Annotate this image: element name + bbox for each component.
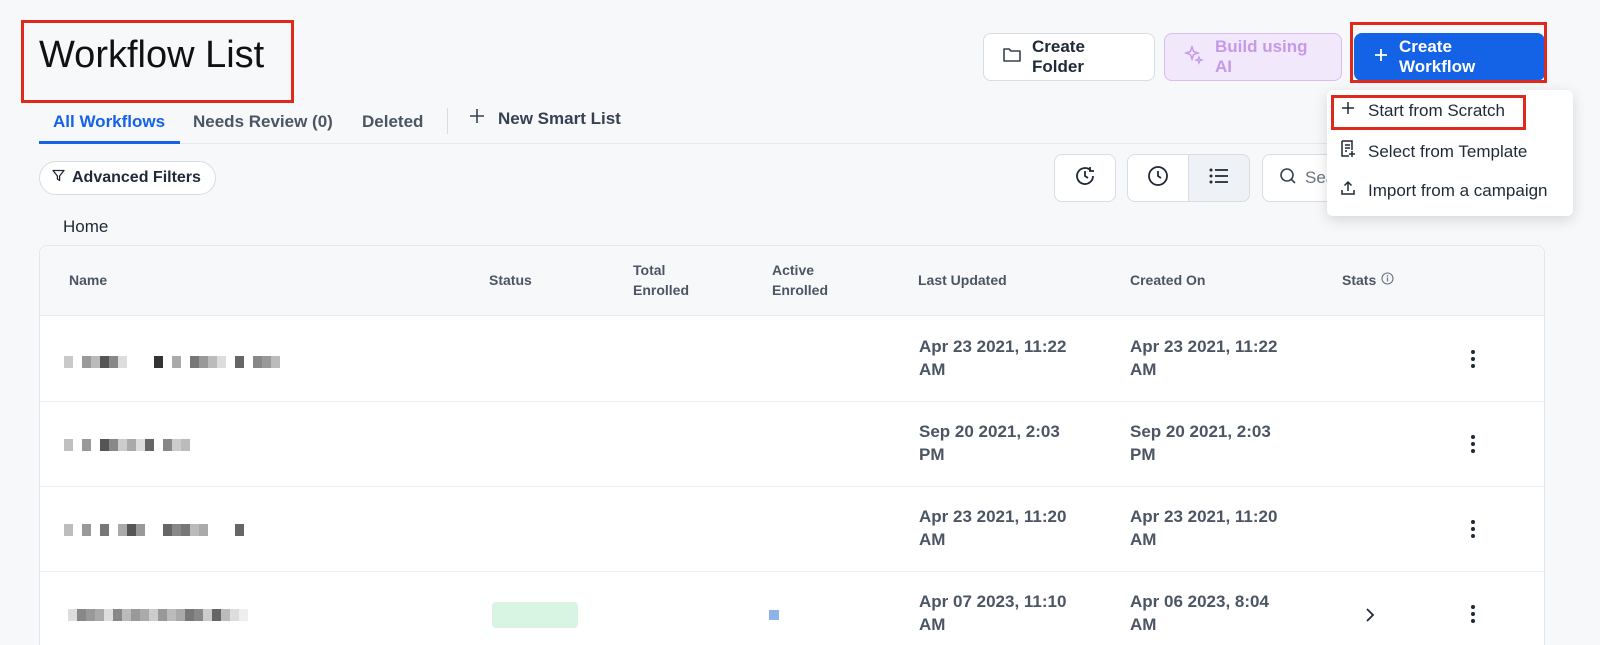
tab-all-workflows[interactable]: All Workflows xyxy=(53,112,165,132)
tab-needs-review[interactable]: Needs Review (0) xyxy=(193,112,333,132)
redacted-workflow-name xyxy=(64,439,190,451)
folder-icon xyxy=(1002,46,1022,69)
history-button[interactable] xyxy=(1054,154,1116,202)
table-row[interactable]: Apr 23 2021, 11:22 AM Apr 23 2021, 11:22… xyxy=(40,317,1544,402)
recent-view-button[interactable] xyxy=(1127,154,1189,202)
more-options-icon[interactable] xyxy=(1471,350,1475,368)
column-header-stats[interactable]: Stats xyxy=(1342,270,1394,290)
highlight-box-start-from-scratch xyxy=(1331,95,1526,130)
menu-item-label: Import from a campaign xyxy=(1368,180,1548,200)
last-updated-cell: Apr 23 2021, 11:22 AM xyxy=(919,337,1067,379)
last-updated-cell: Sep 20 2021, 2:03 PM xyxy=(919,422,1060,464)
advanced-filters-label: Advanced Filters xyxy=(72,169,201,186)
search-icon xyxy=(1279,167,1297,190)
new-smart-list-label: New Smart List xyxy=(498,108,621,128)
created-on-cell: Apr 23 2021, 11:22 AM xyxy=(1130,337,1278,379)
table-row[interactable]: Apr 07 2023, 11:10 AM Apr 06 2023, 8:04 … xyxy=(40,572,1544,645)
created-on-cell: Sep 20 2021, 2:03 PM xyxy=(1130,422,1271,464)
last-updated-cell: Apr 07 2023, 11:10 AM xyxy=(919,592,1067,634)
filter-icon xyxy=(52,169,65,187)
active-tab-indicator xyxy=(39,141,180,144)
workflow-tabs: All Workflows Needs Review (0) Deleted N… xyxy=(39,100,1549,144)
highlight-box-create-workflow xyxy=(1350,22,1547,83)
highlight-box-title xyxy=(21,20,294,103)
active-enrolled-indicator xyxy=(769,610,779,620)
redacted-workflow-name xyxy=(64,356,280,368)
redacted-workflow-name xyxy=(68,609,248,621)
tab-deleted[interactable]: Deleted xyxy=(362,112,423,132)
status-badge xyxy=(492,602,578,628)
clock-icon xyxy=(1146,164,1170,193)
more-options-icon[interactable] xyxy=(1471,520,1475,538)
template-icon xyxy=(1340,140,1356,163)
sparkle-icon xyxy=(1183,44,1205,71)
workflow-table: Name Status Total Enrolled Active Enroll… xyxy=(39,245,1545,645)
build-using-ai-button[interactable]: Build using AI xyxy=(1164,33,1342,81)
created-on-cell: Apr 06 2023, 8:04 AM xyxy=(1130,592,1269,634)
table-row[interactable]: Sep 20 2021, 2:03 PM Sep 20 2021, 2:03 P… xyxy=(40,402,1544,487)
column-header-created-on[interactable]: Created On xyxy=(1130,270,1205,290)
created-on-cell: Apr 23 2021, 11:20 AM xyxy=(1130,507,1278,549)
tab-divider xyxy=(447,108,448,134)
table-row[interactable]: Apr 23 2021, 11:20 AM Apr 23 2021, 11:20… xyxy=(40,487,1544,572)
stats-label: Stats xyxy=(1342,272,1377,288)
last-updated-cell: Apr 23 2021, 11:20 AM xyxy=(919,507,1067,549)
plus-icon xyxy=(468,107,486,130)
menu-item-import-from-campaign[interactable]: Import from a campaign xyxy=(1340,180,1548,201)
column-header-last-updated[interactable]: Last Updated xyxy=(918,270,1007,290)
upload-icon xyxy=(1340,180,1356,201)
advanced-filters-button[interactable]: Advanced Filters xyxy=(39,161,216,195)
menu-item-select-from-template[interactable]: Select from Template xyxy=(1340,140,1527,163)
new-smart-list-button[interactable]: New Smart List xyxy=(468,107,621,130)
redacted-workflow-name xyxy=(64,524,244,536)
more-options-icon[interactable] xyxy=(1471,605,1475,623)
list-icon xyxy=(1208,166,1230,191)
build-using-ai-label: Build using AI xyxy=(1215,37,1308,76)
create-folder-label: Create Folder xyxy=(1032,37,1085,76)
column-header-total-enrolled[interactable]: Total Enrolled xyxy=(633,260,703,300)
info-icon xyxy=(1381,270,1394,290)
column-header-name[interactable]: Name xyxy=(69,270,107,290)
table-header: Name Status Total Enrolled Active Enroll… xyxy=(40,246,1544,316)
column-header-status[interactable]: Status xyxy=(489,270,532,290)
create-folder-button[interactable]: Create Folder xyxy=(983,33,1155,81)
menu-item-label: Select from Template xyxy=(1368,141,1528,161)
breadcrumb[interactable]: Home xyxy=(63,217,108,237)
column-header-active-enrolled[interactable]: Active Enrolled xyxy=(772,260,842,300)
chevron-right-icon[interactable] xyxy=(1364,607,1376,628)
history-icon xyxy=(1073,164,1097,193)
more-options-icon[interactable] xyxy=(1471,435,1475,453)
list-view-button[interactable] xyxy=(1188,154,1250,202)
